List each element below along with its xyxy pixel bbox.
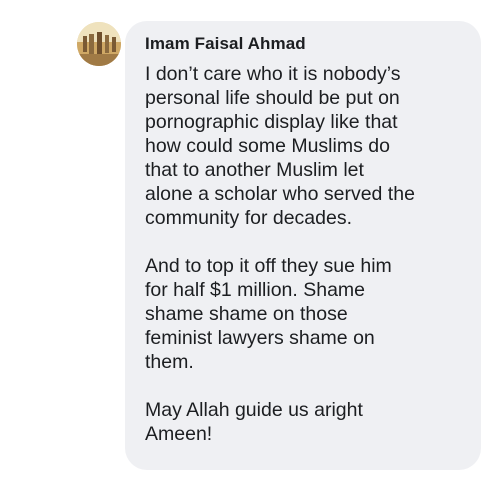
text-line: May Allah guide us aright (145, 399, 363, 421)
text-line: community for decades. (145, 207, 353, 229)
comment-text: I don’t care who it is nobody’s personal… (145, 62, 475, 446)
author-name[interactable]: Imam Faisal Ahmad (145, 34, 306, 54)
comment-paragraph: I don’t care who it is nobody’s personal… (145, 62, 475, 230)
comment-bubble: Imam Faisal Ahmad I don’t care who it is… (125, 21, 481, 470)
text-line: personal life should be put on (145, 87, 400, 109)
text-line: how could some Muslims do (145, 135, 390, 157)
text-line: And to top it off they sue him (145, 255, 392, 277)
comment-paragraph: And to top it off they sue him for half … (145, 254, 475, 374)
text-line: pornographic display like that (145, 111, 398, 133)
text-line: that to another Muslim let (145, 159, 364, 181)
comment-paragraph: May Allah guide us aright Ameen! (145, 398, 475, 446)
profile-photo-icon (77, 22, 121, 66)
text-line: them. (145, 351, 194, 373)
avatar[interactable] (77, 22, 121, 66)
text-line: I don’t care who it is nobody’s (145, 63, 401, 85)
text-line: for half $1 million. Shame (145, 279, 366, 301)
text-line: feminist lawyers shame on (145, 327, 375, 349)
comment: Imam Faisal Ahmad I don’t care who it is… (0, 0, 500, 480)
text-line: Ameen! (145, 423, 213, 445)
text-line: shame shame on those (145, 303, 348, 325)
text-line: alone a scholar who served the (145, 183, 415, 205)
